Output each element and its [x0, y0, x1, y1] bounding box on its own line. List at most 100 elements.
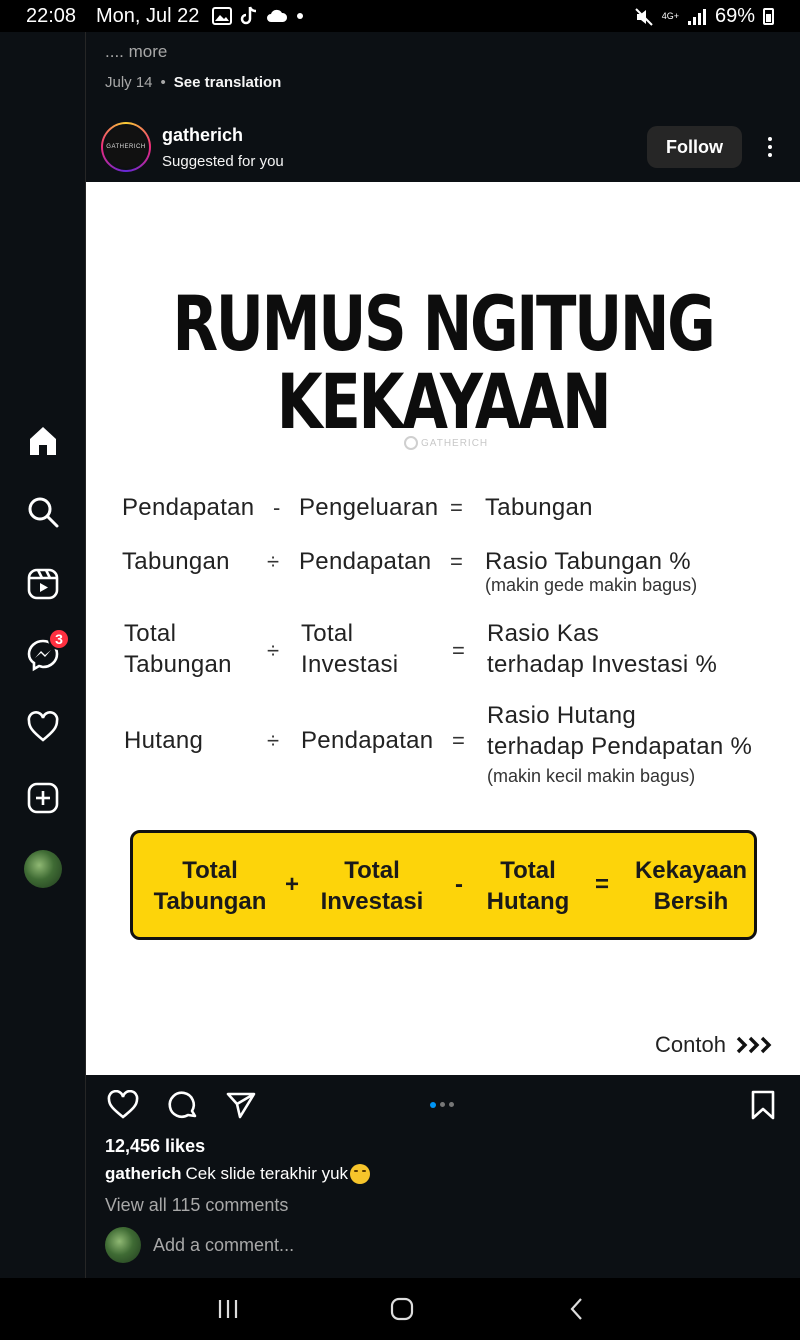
post-actions: [86, 1088, 800, 1124]
formula1-b: Pengeluaran: [299, 494, 439, 521]
dot-icon: [297, 13, 303, 19]
summary-term-hutang: Total Hutang: [479, 855, 577, 917]
battery-percent: 69%: [714, 5, 755, 27]
view-all-comments-link[interactable]: View all 115 comments: [105, 1195, 288, 1216]
formula1-c: Tabungan: [485, 494, 593, 521]
notification-icons: [212, 6, 304, 26]
create-icon[interactable]: [24, 779, 62, 817]
summary-term3-line2: Hutang: [486, 888, 570, 915]
comment-icon[interactable]: [166, 1088, 200, 1122]
cloud-icon: [267, 9, 288, 22]
summary-op-minus: -: [455, 871, 463, 898]
likes-count[interactable]: 12,456 likes: [105, 1136, 205, 1157]
messenger-icon[interactable]: 3: [24, 628, 70, 674]
follow-button[interactable]: Follow: [647, 126, 742, 168]
status-right: 4G+ 69%: [634, 5, 774, 28]
previous-post-date: July 14: [105, 74, 153, 91]
formula4-op2: =: [452, 728, 465, 753]
tiktok-icon: [240, 6, 257, 25]
formula3-c-line1: Rasio Kas: [487, 620, 600, 647]
post-caption: gatherich Cek slide terakhir yuk: [105, 1164, 371, 1184]
suggested-label: Suggested for you: [162, 153, 284, 170]
messenger-badge: 3: [48, 628, 70, 650]
add-comment-row[interactable]: Add a comment...: [105, 1227, 294, 1263]
formula3-op1: ÷: [267, 638, 280, 663]
status-time: 22:08: [26, 5, 77, 27]
feed: .... more July 14 • See translation GATH…: [86, 32, 800, 1278]
share-send-icon[interactable]: [224, 1088, 258, 1122]
formula4-c-line2: terhadap Pendapatan %: [487, 733, 753, 760]
summary-op-equals: =: [595, 871, 610, 898]
watermark-logo-icon: [404, 436, 418, 450]
summary-term-tabungan: Total Tabungan: [147, 855, 273, 917]
post-avatar-logo: GATHERICH: [103, 124, 149, 170]
contoh-label: Contoh: [655, 1032, 726, 1057]
formula3-op2: =: [452, 638, 465, 663]
reels-icon[interactable]: [24, 565, 62, 603]
summary-term4-line1: Kekayaan: [634, 857, 748, 884]
formula4-b: Pendapatan: [301, 727, 434, 754]
formula4-note: (makin kecil makin bagus): [487, 766, 696, 786]
add-comment-input[interactable]: Add a comment...: [153, 1235, 294, 1256]
formula2-b: Pendapatan: [299, 548, 432, 575]
system-nav-bar: [0, 1278, 800, 1340]
network-type: 4G+: [661, 11, 679, 21]
signal-icon: [687, 8, 706, 25]
post-username[interactable]: gatherich: [162, 125, 243, 146]
search-icon[interactable]: [24, 493, 62, 531]
previous-post-more[interactable]: .... more: [105, 42, 167, 62]
image-title-line1: RUMUS NGITUNG: [172, 279, 715, 368]
like-heart-icon[interactable]: [106, 1088, 140, 1122]
shushing-emoji-icon: [350, 1164, 371, 1184]
summary-op-plus: +: [285, 871, 300, 898]
formula4-c-line1: Rasio Hutang: [487, 702, 637, 729]
recent-apps-icon[interactable]: [213, 1294, 243, 1324]
watermark-text: GATHERICH: [421, 437, 489, 449]
back-icon[interactable]: [562, 1294, 592, 1324]
formula3-a-line2: Tabungan: [124, 651, 232, 678]
post-header: GATHERICH gatherich Suggested for you Fo…: [86, 120, 800, 182]
post-avatar[interactable]: GATHERICH: [101, 122, 151, 172]
summary-term1-line1: Total: [182, 857, 238, 884]
bookmark-icon[interactable]: [746, 1088, 780, 1122]
formula1-a: Pendapatan: [122, 494, 255, 521]
triple-chevron-right-icon: [736, 1036, 772, 1054]
carousel-indicator: [430, 1101, 454, 1108]
formula2-a: Tabungan: [122, 548, 230, 575]
home-icon[interactable]: [24, 422, 62, 460]
summary-term-kekayaan: Kekayaan Bersih: [629, 855, 753, 917]
battery-icon: [763, 8, 774, 25]
summary-term-investasi: Total Investasi: [313, 855, 431, 917]
caption-text: Cek slide terakhir yuk: [185, 1164, 349, 1183]
status-date: Mon, Jul 22: [96, 5, 200, 27]
post-image[interactable]: RUMUS NGITUNG KEKAYAAN GATHERICH Pendapa…: [86, 182, 800, 1075]
formula2-op2: =: [450, 549, 463, 574]
comment-avatar: [105, 1227, 141, 1263]
profile-avatar[interactable]: [24, 850, 62, 888]
status-bar: 22:08 Mon, Jul 22 4G+ 69%: [0, 0, 800, 32]
formula4-op1: ÷: [267, 728, 280, 753]
summary-term2-line1: Total: [344, 857, 400, 884]
formula2-note: (makin gede makin bagus): [485, 575, 698, 595]
heart-icon[interactable]: [24, 708, 62, 746]
contoh-next-hint: Contoh: [655, 1032, 774, 1058]
formula4-a: Hutang: [124, 727, 204, 754]
image-title-line2: KEKAYAAN: [276, 357, 612, 446]
formula2-c: Rasio Tabungan %: [485, 548, 691, 575]
formula3-c-line2: terhadap Investasi %: [487, 651, 718, 678]
see-translation-link[interactable]: See translation: [174, 74, 282, 91]
formula3-a-line1: Total: [124, 620, 177, 647]
gallery-icon: [212, 7, 232, 25]
formula1-op1: -: [273, 495, 281, 520]
image-watermark: GATHERICH: [404, 436, 488, 450]
summary-term4-line2: Bersih: [653, 888, 729, 915]
caption-username[interactable]: gatherich: [105, 1164, 182, 1184]
summary-term3-line1: Total: [500, 857, 556, 884]
nav-rail: 3: [0, 32, 86, 1278]
summary-term1-line2: Tabungan: [153, 888, 267, 915]
home-button-icon[interactable]: [387, 1294, 417, 1324]
mute-icon: [634, 7, 653, 26]
formula1-op2: =: [450, 495, 463, 520]
formula2-op1: ÷: [267, 549, 280, 574]
more-options-icon[interactable]: [758, 130, 782, 164]
